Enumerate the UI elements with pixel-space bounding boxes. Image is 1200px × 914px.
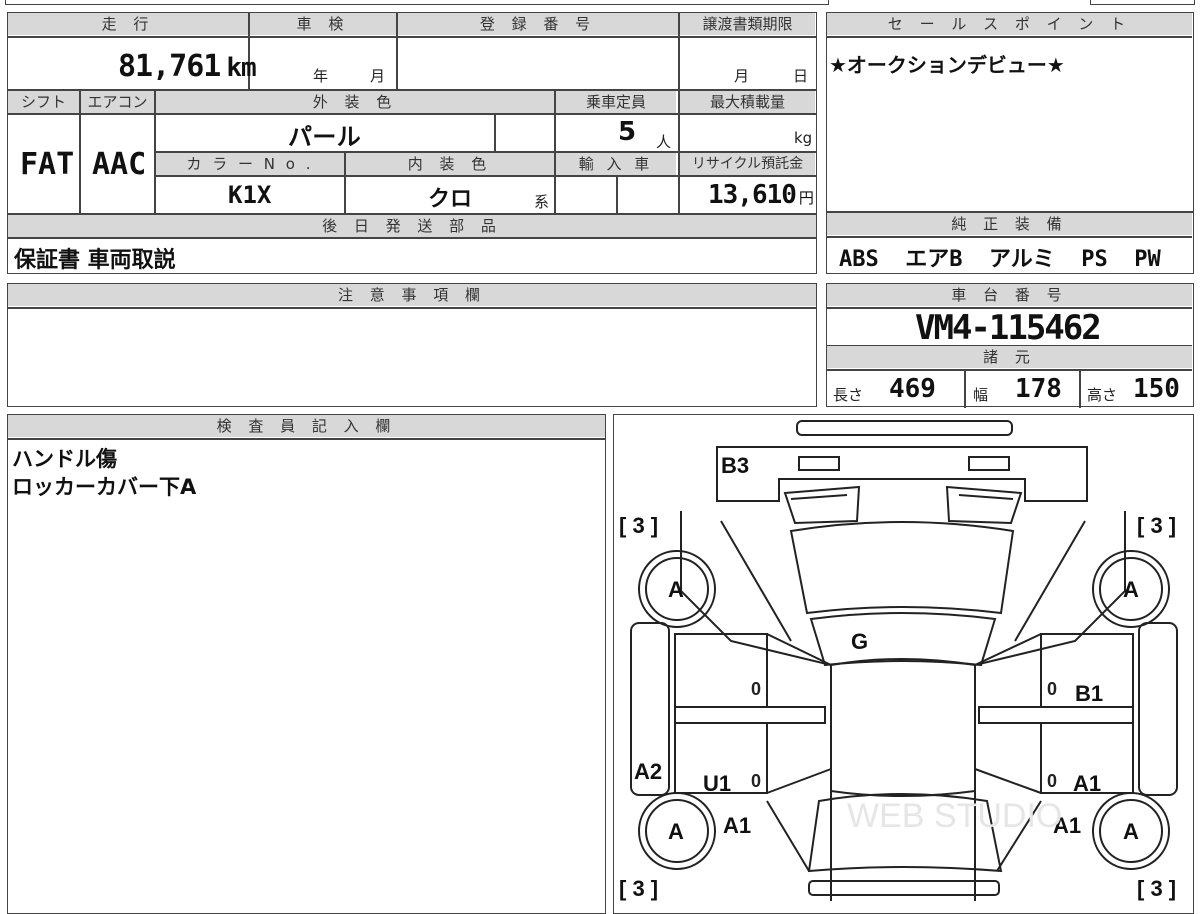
- zero-right-front: 0: [1047, 679, 1057, 699]
- aircon-value: AAC: [92, 147, 147, 182]
- chassis-box: 車 台 番 号 VM4-115462 諸 元 長さ 469 幅 178 高さ 1…: [826, 283, 1194, 408]
- watermark: WEB STUDIO: [847, 797, 1062, 835]
- import-header: 輸 入 車: [556, 153, 676, 175]
- mileage-header: 走 行: [8, 13, 248, 35]
- inspection-month: 月: [370, 67, 386, 85]
- color-no-value: K1X: [228, 181, 272, 209]
- width-value: 178: [1015, 374, 1062, 404]
- equipment-text: ABS エアB アルミ PS PW: [839, 247, 1161, 272]
- damage-a2: A2: [634, 759, 662, 784]
- color-no-header: カ ラ ー N o .: [156, 153, 344, 175]
- tire-front-right: [ 3 ]: [1137, 513, 1176, 538]
- length-label: 長さ: [833, 386, 864, 404]
- caution-box: 注 意 事 項 欄: [7, 283, 817, 407]
- equipment-box: 純 正 装 備 ABS エアB アルミ PS PW: [826, 212, 1194, 274]
- damage-a1-right-door: A1: [1073, 771, 1101, 796]
- damage-diagram-box: B3 [ 3 ] [ 3 ] [ 3 ] [ 3 ] A A A A G B1 …: [613, 414, 1194, 914]
- aircon-header: エアコン: [81, 91, 154, 113]
- interior-suffix: 系: [534, 193, 550, 211]
- capacity-header: 乗車定員: [556, 91, 676, 113]
- later-parts-value: 保証書 車両取説: [14, 248, 176, 273]
- wheel-rear-right-grade: A: [1123, 819, 1139, 844]
- tire-rear-right: [ 3 ]: [1137, 876, 1176, 901]
- inspector-header: 検 査 員 記 入 欄: [8, 415, 605, 437]
- exterior-value: パ ー ル: [288, 123, 361, 151]
- zero-right-rear: 0: [1047, 771, 1057, 791]
- capacity-value: 5: [618, 117, 637, 147]
- tire-front-left: [ 3 ]: [619, 513, 658, 538]
- equipment-header: 純 正 装 備: [827, 213, 1192, 235]
- length-value: 469: [889, 374, 936, 404]
- damage-windshield-g: G: [851, 629, 868, 654]
- registration-header: 登 録 番 号: [398, 13, 678, 35]
- top-strip-right: [1090, 0, 1195, 5]
- chassis-number: VM4-115462: [915, 308, 1102, 348]
- height-value: 150: [1133, 374, 1180, 404]
- sales-point-box: セ ー ル ス ポ イ ン ト ★オークションデビュー★: [826, 12, 1194, 212]
- capacity-unit: 人: [656, 133, 672, 151]
- later-parts-header: 後 日 発 送 部 品: [8, 215, 816, 237]
- transfer-day: 日: [793, 67, 809, 85]
- caution-header: 注 意 事 項 欄: [8, 284, 816, 306]
- wheel-front-right-grade: A: [1123, 577, 1139, 602]
- sales-point-header: セ ー ル ス ポ イ ン ト: [827, 13, 1192, 35]
- transfer-deadline-header: 譲渡書類期限: [680, 13, 815, 35]
- inspector-line-2: ロッカーカバー下A: [12, 475, 197, 499]
- transfer-month: 月: [734, 67, 750, 85]
- vehicle-info-table: 走 行 車 検 登 録 番 号 譲渡書類期限 81,761 km 年 月 月 日 …: [7, 12, 817, 274]
- damage-b1: B1: [1075, 681, 1103, 706]
- top-strip: [5, 0, 829, 5]
- height-label: 高さ: [1087, 386, 1118, 404]
- specs-header: 諸 元: [827, 346, 1192, 368]
- maxload-header: 最大積載量: [680, 91, 815, 113]
- shift-value: FAT: [20, 147, 75, 182]
- shift-header: シフト: [8, 91, 79, 113]
- interior-header: 内 装 色: [346, 153, 554, 175]
- inspection-year: 年: [313, 67, 329, 85]
- chassis-header: 車 台 番 号: [827, 284, 1192, 306]
- damage-u1: U1: [703, 771, 731, 796]
- damage-b3: B3: [721, 453, 749, 478]
- wheel-front-left-grade: A: [668, 577, 684, 602]
- inspection-header: 車 検: [250, 13, 396, 35]
- damage-a1-left-rear: A1: [723, 813, 751, 838]
- recycle-header: リサイクル預託金: [680, 153, 815, 175]
- zero-left-front: 0: [751, 679, 761, 699]
- inspector-line-1: ハンドル傷: [12, 447, 117, 471]
- sales-point-text: ★オークションデビュー★: [829, 53, 1065, 77]
- exterior-header: 外 装 色: [156, 91, 554, 113]
- maxload-unit: kg: [794, 129, 813, 147]
- tire-rear-left: [ 3 ]: [619, 876, 658, 901]
- interior-value: クロ: [428, 187, 473, 212]
- recycle-value: 13,610 円: [708, 180, 814, 210]
- zero-left-rear: 0: [751, 771, 761, 791]
- wheel-rear-left-grade: A: [668, 819, 684, 844]
- width-label: 幅: [973, 386, 989, 404]
- inspector-box: 検 査 員 記 入 欄 ハンドル傷 ロッカーカバー下A: [7, 414, 606, 914]
- car-damage-diagram: B3 [ 3 ] [ 3 ] [ 3 ] [ 3 ] A A A A G B1 …: [619, 420, 1178, 901]
- mileage-value: 81,761 km: [118, 49, 257, 84]
